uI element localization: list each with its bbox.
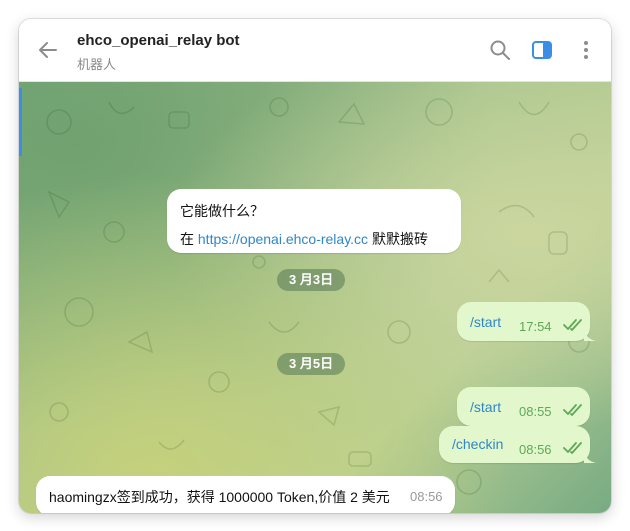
date-separator: 3 月5日 [277,353,346,375]
bot-info-heading: 它能做什么？ [180,203,264,219]
incoming-message[interactable]: haomingzx签到成功，获得 1000000 Token,价值 2 美元 0… [36,476,455,513]
date-separator: 3 月3日 [277,269,346,291]
outgoing-message[interactable]: /checkin 08:56 [439,426,596,463]
chat-title[interactable]: ehco_openai_relay bot [77,32,240,49]
message-time: 08:56 [519,442,552,457]
unread-indicator [19,88,22,156]
message-text[interactable]: /start [470,399,501,415]
info-suffix: 默默搬砖 [368,231,428,247]
double-check-icon [563,404,582,416]
message-text[interactable]: /checkin [452,436,503,452]
chat-header: ehco_openai_relay bot 机器人 [19,19,611,82]
back-arrow-icon[interactable] [37,39,59,61]
message-text: haomingzx签到成功，获得 1000000 Token,价值 2 美元 [49,489,390,505]
bubble-tail [584,329,596,341]
double-check-icon [563,442,582,454]
chat-area[interactable]: 它能做什么？ 在 https://openai.ehco-relay.cc 默默… [19,82,611,513]
chat-window: ehco_openai_relay bot 机器人 它能做什么？ 在 https… [19,19,611,513]
relay-link[interactable]: https://openai.ehco-relay.cc [198,231,368,247]
bot-info-message: 它能做什么？ 在 https://openai.ehco-relay.cc 默默… [167,189,461,253]
message-time: 08:56 [410,489,443,504]
message-time: 08:55 [519,404,552,419]
info-prefix: 在 [180,231,198,247]
chat-subtitle: 机器人 [77,57,117,72]
outgoing-message[interactable]: /start 08:55 [457,387,590,426]
more-vert-icon[interactable] [575,39,597,61]
sidebar-toggle-icon[interactable] [531,39,553,61]
message-text[interactable]: /start [470,314,501,330]
message-time: 17:54 [519,319,552,334]
double-check-icon [563,319,582,331]
bubble-tail [584,451,596,463]
outgoing-message[interactable]: /start 17:54 [457,302,596,341]
bot-info-description: 在 https://openai.ehco-relay.cc 默默搬砖 [180,229,428,249]
search-icon[interactable] [489,39,511,61]
